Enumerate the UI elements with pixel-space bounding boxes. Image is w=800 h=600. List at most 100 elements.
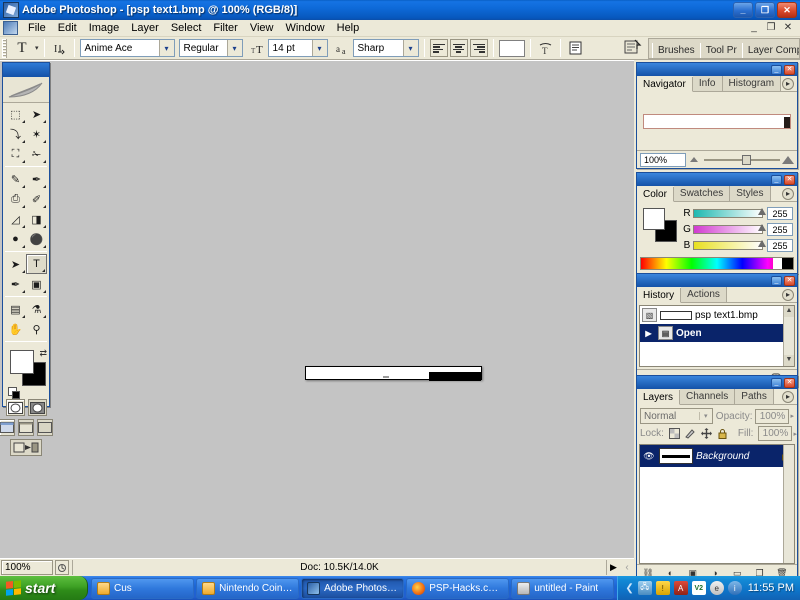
document-minimize-button[interactable]: _ [746, 21, 762, 35]
palette-well[interactable]: Brushes Tool Pr Layer Comps [648, 37, 800, 59]
restore-button[interactable]: ❐ [755, 2, 775, 18]
zoom-out-icon[interactable] [690, 157, 698, 162]
history-state-list[interactable]: ▧ psp text1.bmp ▶ ▤ Open ▲ ▼ [639, 305, 795, 367]
healing-brush-tool[interactable]: ✎ [5, 169, 26, 189]
history-title-bar[interactable]: _ ✕ [637, 274, 797, 287]
move-tool[interactable]: ➤ [26, 104, 47, 124]
color-foreground-swatch[interactable] [643, 208, 665, 230]
tab-color[interactable]: Color [637, 187, 674, 202]
clone-stamp-tool[interactable]: ⎙ [5, 189, 26, 209]
tab-navigator[interactable]: Navigator [637, 77, 693, 92]
layers-scrollbar[interactable] [783, 445, 794, 563]
info-icon[interactable]: i [727, 581, 742, 595]
document-close-button[interactable]: ✕ [780, 21, 796, 35]
start-button[interactable]: start [0, 576, 88, 600]
navigator-preview[interactable] [637, 92, 797, 150]
fill-control[interactable]: 100% ▸ [758, 426, 797, 441]
crop-tool[interactable]: ⛶ [5, 144, 26, 164]
type-tool[interactable]: T [26, 254, 47, 274]
volume-icon[interactable]: V2 [691, 581, 706, 595]
messenger-icon[interactable]: e [709, 581, 724, 595]
panel-menu-icon[interactable]: ▸ [782, 188, 794, 200]
align-right-button[interactable] [469, 39, 488, 57]
jump-to-imageready-icon[interactable] [10, 439, 42, 456]
opacity-value[interactable]: 100% [755, 408, 790, 424]
document-restore-button[interactable]: ❐ [763, 21, 779, 35]
layers-close-button[interactable]: ✕ [784, 377, 795, 388]
align-center-button[interactable] [449, 39, 468, 57]
history-state-arrow-icon[interactable]: ▶ [642, 329, 655, 338]
eraser-tool[interactable]: ◿ [5, 209, 26, 229]
hand-tool[interactable]: ✋ [5, 319, 26, 339]
slider-knob-b[interactable] [758, 239, 766, 247]
text-orientation-icon[interactable]: I [50, 39, 69, 58]
marquee-tool[interactable]: ⬚ [5, 104, 26, 124]
layer-thumbnail[interactable] [659, 448, 693, 464]
taskbar-item-nintendo-coin[interactable]: Nintendo Coin XM... [196, 577, 300, 599]
tab-history[interactable]: History [637, 288, 682, 303]
history-scroll-down-icon[interactable]: ▼ [784, 355, 794, 366]
history-snapshot-row[interactable]: ▧ psp text1.bmp [640, 306, 794, 324]
taskbar-clock[interactable]: 11:55 PM [748, 582, 794, 594]
navigator-title-bar[interactable]: _ ✕ [637, 63, 797, 76]
navigator-close-button[interactable]: ✕ [784, 64, 795, 75]
network-icon[interactable]: 🖧 [637, 581, 652, 595]
font-size-dropdown[interactable]: 14 pt ▾ [267, 39, 328, 57]
history-minimize-button[interactable]: _ [771, 275, 782, 286]
quick-mask-mode-icon[interactable] [27, 399, 47, 416]
color-close-button[interactable]: ✕ [784, 174, 795, 185]
gradient-tool[interactable]: ◨ [26, 209, 47, 229]
tab-paths[interactable]: Paths [735, 389, 774, 404]
tab-styles[interactable]: Styles [730, 186, 771, 201]
lock-image-icon[interactable] [685, 428, 696, 440]
menu-edit[interactable]: Edit [52, 20, 83, 36]
full-screen-icon[interactable] [37, 419, 53, 436]
color-spectrum-ramp[interactable] [640, 257, 794, 270]
menu-select[interactable]: Select [165, 20, 208, 36]
history-close-button[interactable]: ✕ [784, 275, 795, 286]
tab-swatches[interactable]: Swatches [673, 186, 731, 201]
panel-menu-icon[interactable]: ▸ [782, 289, 794, 301]
shield-icon[interactable]: ! [655, 581, 670, 595]
default-colors-icon[interactable] [8, 387, 20, 399]
history-brush-tool[interactable]: ✐ [26, 189, 47, 209]
layers-title-bar[interactable]: _ ✕ [637, 376, 797, 389]
chevron-down-icon[interactable]: ▾ [311, 40, 327, 56]
layers-list[interactable]: 👁 Background [639, 444, 795, 564]
dodge-tool[interactable]: ⚫ [26, 229, 47, 249]
tray-expand-chevron-icon[interactable]: ❮ [625, 583, 633, 594]
slider-value-b[interactable]: 255 [767, 238, 793, 252]
chevron-down-icon[interactable]: ▾ [226, 40, 242, 56]
taskbar-item-paint[interactable]: untitled - Paint [511, 577, 615, 599]
lock-position-icon[interactable] [700, 428, 712, 440]
opacity-control[interactable]: 100% ▸ [755, 408, 794, 424]
navigator-minimize-button[interactable]: _ [771, 64, 782, 75]
swap-colors-icon[interactable]: ⇄ [39, 348, 47, 359]
minimize-button[interactable]: _ [733, 2, 753, 18]
menu-image[interactable]: Image [83, 20, 126, 36]
tab-info[interactable]: Info [692, 76, 723, 91]
slider-value-g[interactable]: 255 [767, 222, 793, 236]
layer-name[interactable]: Background [696, 451, 775, 462]
resize-grip-icon[interactable] [55, 560, 69, 575]
chevron-down-icon[interactable]: ▾ [402, 40, 418, 56]
tab-histogram[interactable]: Histogram [722, 76, 782, 91]
magic-wand-tool[interactable]: ✶ [26, 124, 47, 144]
zoom-in-icon[interactable] [782, 155, 794, 164]
document-canvas[interactable] [305, 366, 482, 381]
antivirus-icon[interactable]: A [673, 581, 688, 595]
slider-track-g[interactable] [693, 223, 766, 234]
chevron-down-icon[interactable]: ▾ [698, 412, 712, 420]
tab-actions[interactable]: Actions [681, 287, 727, 302]
well-tab-layer-comps[interactable]: Layer Comps [741, 42, 799, 58]
eyedropper-tool[interactable]: ⚗ [26, 299, 47, 319]
panel-menu-icon[interactable]: ▸ [782, 78, 794, 90]
layers-minimize-button[interactable]: _ [771, 377, 782, 388]
menu-file[interactable]: File [22, 20, 52, 36]
taskbar-item-cus[interactable]: Cus [91, 577, 195, 599]
close-button[interactable]: ✕ [777, 2, 797, 18]
menu-view[interactable]: View [244, 20, 280, 36]
taskbar-item-photoshop[interactable]: Adobe Photoshop ... [301, 577, 405, 599]
slider-value-r[interactable]: 255 [767, 206, 793, 220]
zoom-tool[interactable]: ⚲ [26, 319, 47, 339]
